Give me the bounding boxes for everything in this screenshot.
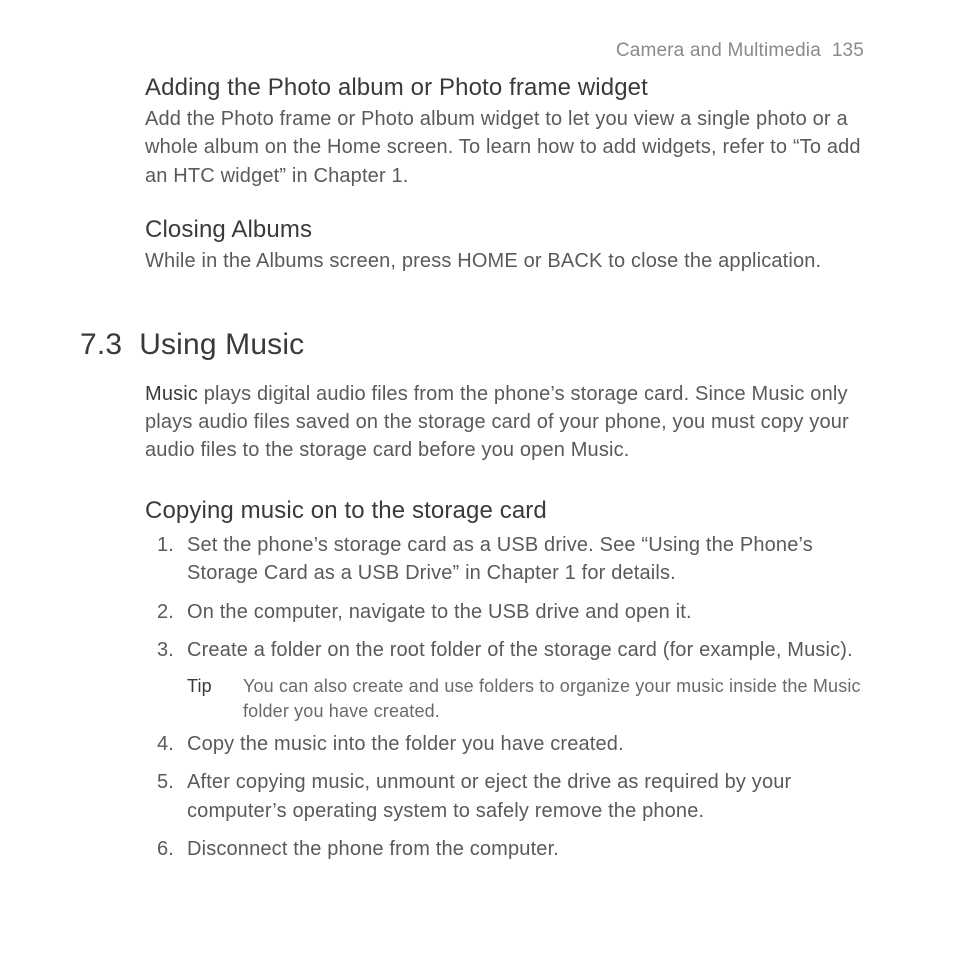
subheading-adding-widget: Adding the Photo album or Photo frame wi… (145, 74, 874, 102)
section-copying-music: Copying music on to the storage card Set… (145, 497, 874, 864)
intro-rest: plays digital audio files from the phone… (145, 383, 849, 462)
body-closing-albums: While in the Albums screen, press HOME o… (145, 247, 874, 275)
step-item: Copy the music into the folder you have … (145, 730, 874, 758)
page-header: Camera and Multimedia 135 (80, 40, 874, 62)
section-adding-widget: Adding the Photo album or Photo frame wi… (145, 74, 874, 190)
steps-list-cont: Copy the music into the folder you have … (145, 730, 874, 864)
step-item: Create a folder on the root folder of th… (145, 636, 874, 664)
intro-text: Music plays digital audio files from the… (145, 380, 874, 465)
chapter-label: Camera and Multimedia (616, 40, 821, 61)
tip-text: You can also create and use folders to o… (243, 674, 874, 724)
step-item: On the computer, navigate to the USB dri… (145, 598, 874, 626)
chapter-title: Using Music (139, 328, 304, 361)
steps-list: Set the phone’s storage card as a USB dr… (145, 531, 874, 665)
page-number: 135 (832, 40, 864, 61)
chapter-heading: 7.3 Using Music (80, 328, 874, 362)
tip-label: Tip (187, 674, 243, 724)
subheading-closing-albums: Closing Albums (145, 216, 874, 244)
step-item: Set the phone’s storage card as a USB dr… (145, 531, 874, 588)
intro-block: Music plays digital audio files from the… (145, 380, 874, 465)
chapter-number: 7.3 (80, 328, 122, 361)
intro-lead: Music (145, 383, 198, 405)
subheading-copying-music: Copying music on to the storage card (145, 497, 874, 525)
body-adding-widget: Add the Photo frame or Photo album widge… (145, 105, 874, 190)
step-item: After copying music, unmount or eject th… (145, 768, 874, 825)
page-container: Camera and Multimedia 135 Adding the Pho… (0, 0, 954, 914)
step-item: Disconnect the phone from the computer. (145, 835, 874, 863)
tip-row: Tip You can also create and use folders … (187, 674, 874, 724)
section-closing-albums: Closing Albums While in the Albums scree… (145, 216, 874, 275)
